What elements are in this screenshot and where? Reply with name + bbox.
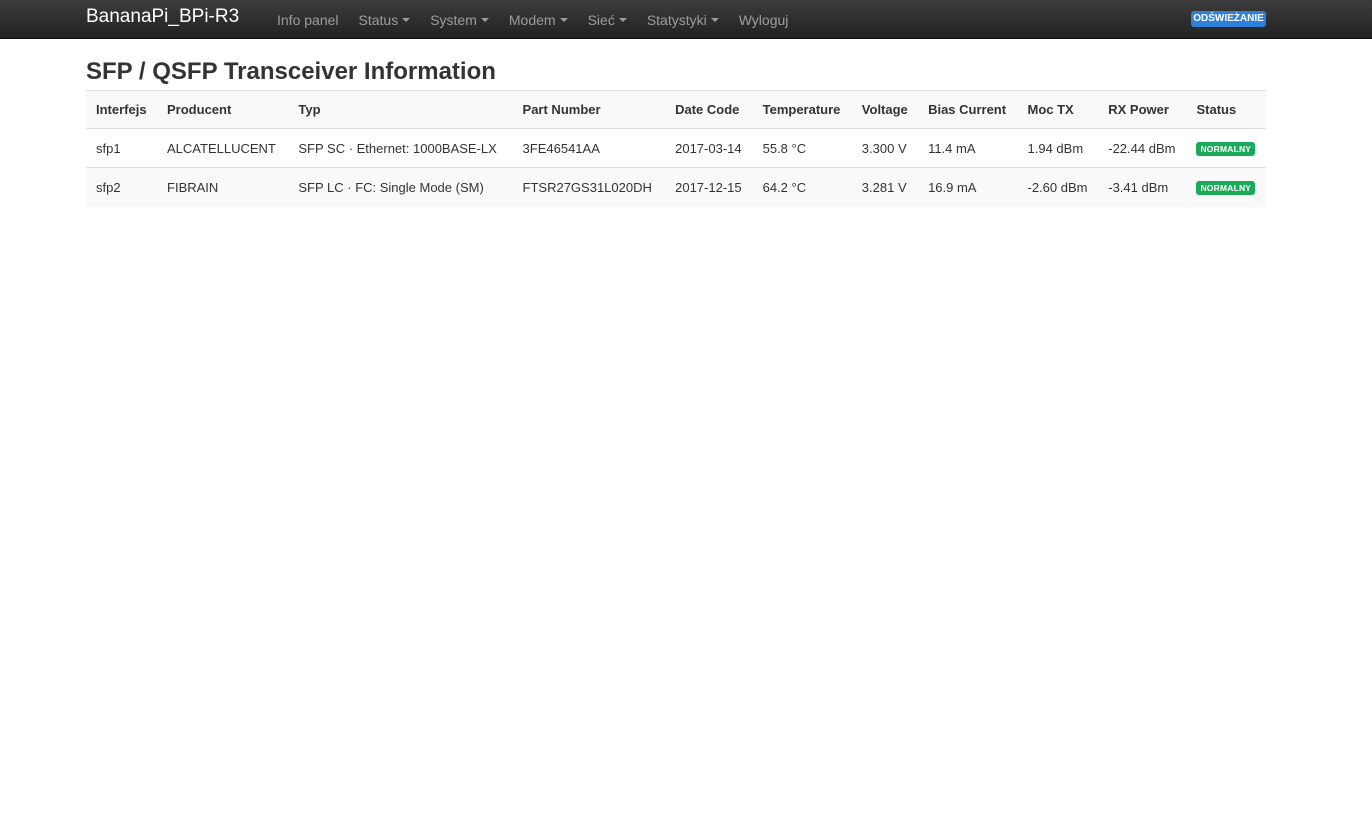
column-header-type: Typ [288, 90, 513, 129]
column-header-voltage: Voltage [851, 90, 919, 129]
table-row: sfp2 FIBRAIN SFP LC · FC: Single Mode (S… [86, 167, 1266, 207]
column-header-temperature: Temperature [752, 90, 852, 129]
table-row: sfp1 ALCATELLUCENT SFP SC · Ethernet: 10… [86, 128, 1266, 168]
main-nav: Info panel Status System Modem Sieć Stat… [267, 0, 798, 39]
nav-item-label: System [430, 11, 477, 28]
column-header-bias-current: Bias Current [918, 90, 1018, 129]
cell-temperature: 64.2 °C [752, 167, 852, 207]
nav-item-info-panel[interactable]: Info panel [267, 0, 349, 39]
cell-interface: sfp1 [86, 128, 158, 168]
cell-interface: sfp2 [86, 167, 158, 207]
cell-rx-power: -3.41 dBm [1098, 167, 1187, 207]
cell-part-number: 3FE46541AA [512, 128, 666, 168]
page-title: SFP / QSFP Transceiver Information [86, 58, 496, 85]
cell-voltage: 3.300 V [851, 128, 919, 168]
cell-type: SFP SC · Ethernet: 1000BASE-LX [288, 128, 513, 168]
cell-date-code: 2017-03-14 [665, 128, 753, 168]
caret-down-icon [480, 17, 489, 22]
column-header-status: Status [1186, 90, 1266, 129]
cell-tx-power: 1.94 dBm [1017, 128, 1099, 168]
cell-rx-power: -22.44 dBm [1098, 128, 1187, 168]
nav-item-siec[interactable]: Sieć [578, 0, 637, 39]
column-header-vendor: Producent [157, 90, 289, 129]
status-badge: NORMALNY [1196, 181, 1256, 196]
cell-status: NORMALNY [1186, 128, 1266, 168]
cell-vendor: ALCATELLUCENT [157, 128, 289, 168]
nav-item-label: Status [358, 11, 399, 28]
nav-item-wyloguj[interactable]: Wyloguj [729, 0, 799, 39]
brand-link[interactable]: BananaPi_BPi-R3 [86, 6, 239, 28]
cell-bias-current: 11.4 mA [918, 128, 1018, 168]
transceiver-table: Interfejs Producent Typ Part Number Date… [86, 90, 1266, 207]
cell-status: NORMALNY [1186, 167, 1266, 207]
nav-item-label: Sieć [587, 11, 615, 28]
column-header-tx-power: Moc TX [1017, 90, 1099, 129]
column-header-part-number: Part Number [512, 90, 666, 129]
column-header-rx-power: RX Power [1098, 90, 1187, 129]
nav-item-system[interactable]: System [420, 0, 499, 39]
cell-temperature: 55.8 °C [752, 128, 852, 168]
caret-down-icon [710, 17, 719, 22]
nav-item-label: Info panel [277, 11, 339, 28]
cell-part-number: FTSR27GS31L020DH [512, 167, 666, 207]
cell-vendor: FIBRAIN [157, 167, 289, 207]
cell-date-code: 2017-12-15 [665, 167, 753, 207]
refresh-button[interactable]: ODŚWIEŻANIE [1191, 11, 1266, 27]
nav-item-status[interactable]: Status [349, 0, 421, 39]
status-badge: NORMALNY [1196, 142, 1256, 156]
cell-voltage: 3.281 V [851, 167, 919, 207]
caret-down-icon [618, 17, 627, 22]
nav-item-label: Statystyki [646, 11, 707, 28]
column-header-date-code: Date Code [665, 90, 753, 129]
table-header-row: Interfejs Producent Typ Part Number Date… [86, 90, 1266, 129]
caret-down-icon [559, 17, 568, 22]
cell-bias-current: 16.9 mA [918, 167, 1018, 207]
nav-item-statystyki[interactable]: Statystyki [637, 0, 729, 39]
nav-item-label: Modem [508, 11, 556, 28]
top-navbar: BananaPi_BPi-R3 Info panel Status System… [0, 0, 1372, 39]
nav-item-label: Wyloguj [738, 11, 789, 28]
column-header-interface: Interfejs [86, 90, 158, 129]
nav-item-modem[interactable]: Modem [499, 0, 578, 39]
caret-down-icon [402, 17, 411, 22]
cell-tx-power: -2.60 dBm [1017, 167, 1099, 207]
cell-type: SFP LC · FC: Single Mode (SM) [288, 167, 513, 207]
